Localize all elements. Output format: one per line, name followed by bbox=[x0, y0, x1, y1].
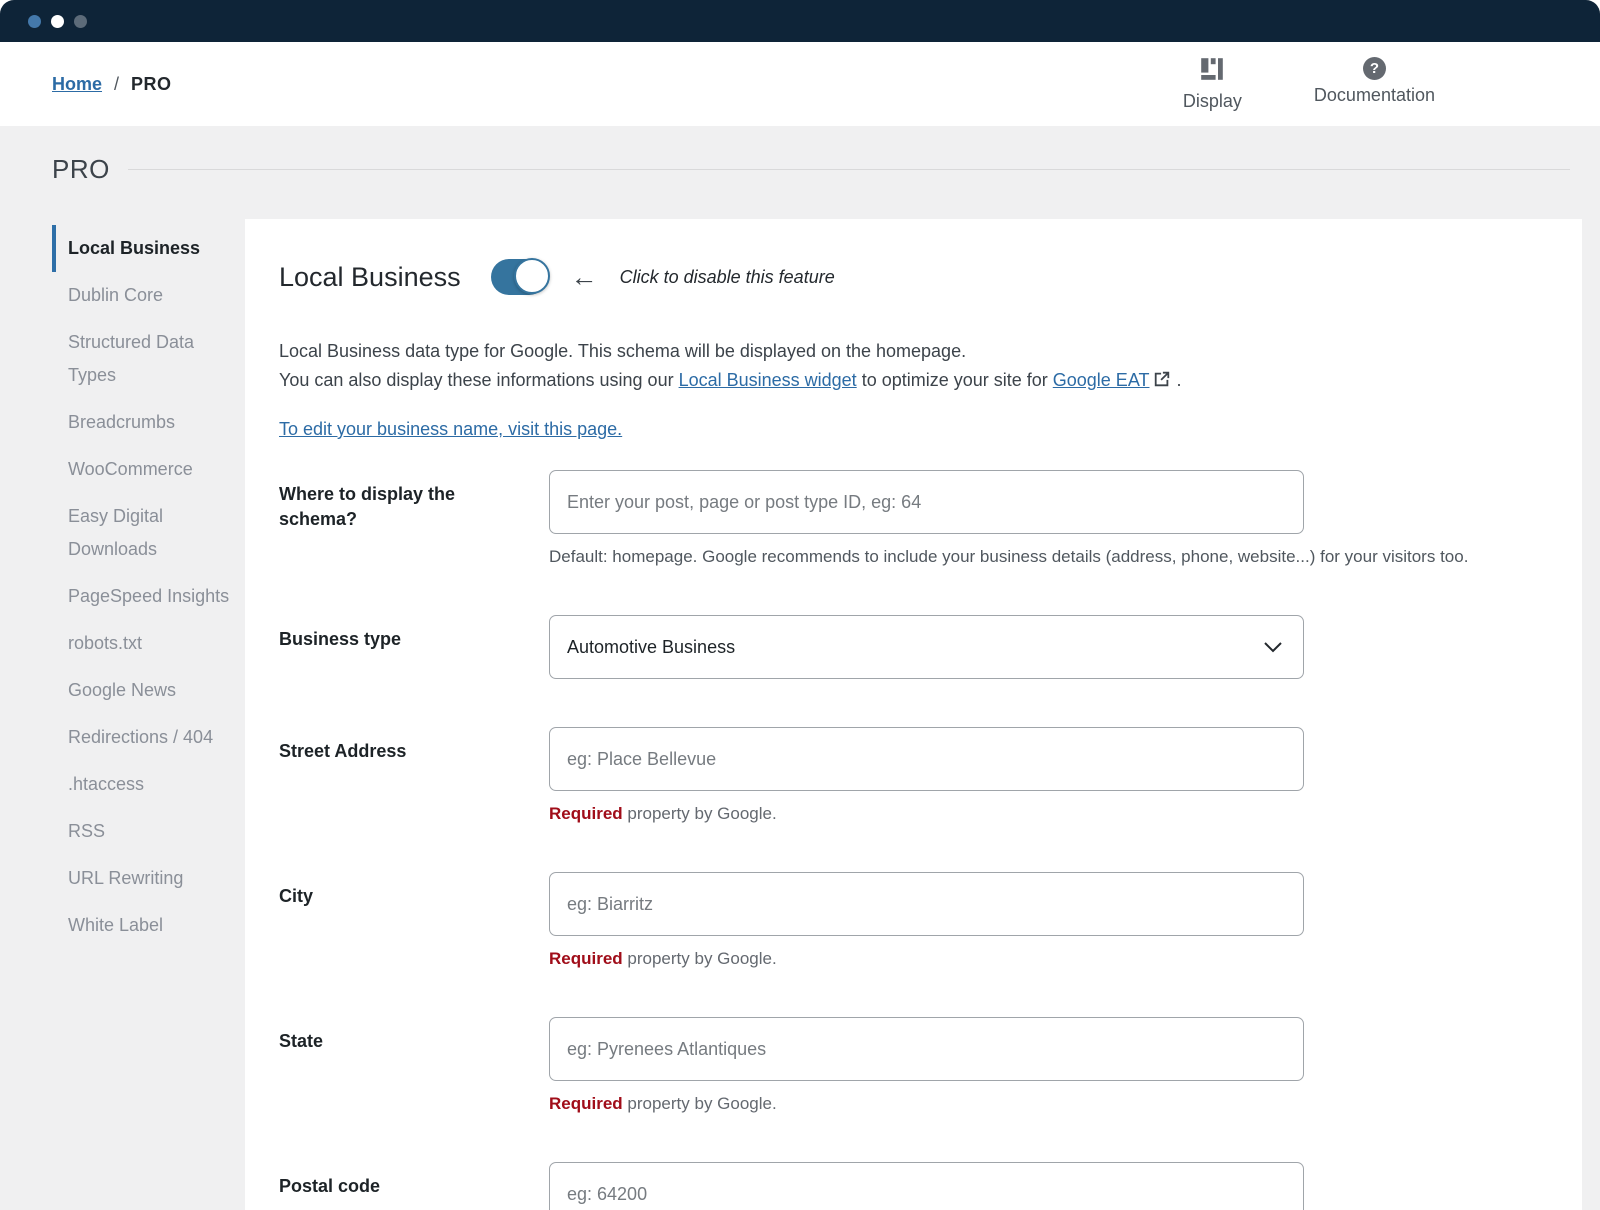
required-word: Required bbox=[549, 1094, 623, 1113]
sidebar-item-pagespeed-insights[interactable]: PageSpeed Insights bbox=[52, 573, 245, 620]
settings-sidebar: Local BusinessDublin CoreStructured Data… bbox=[52, 219, 245, 949]
edit-business-name-row: To edit your business name, visit this p… bbox=[279, 419, 1542, 440]
local-business-panel: Local Business ← Click to disable this f… bbox=[245, 219, 1582, 1210]
form-row: Business type Automotive Business bbox=[279, 615, 1542, 679]
sidebar-item-easy-digital-downloads[interactable]: Easy Digital Downloads bbox=[52, 493, 245, 573]
sidebar-item-local-business[interactable]: Local Business bbox=[52, 225, 245, 272]
street-address-label: Street Address bbox=[279, 727, 549, 824]
page-body: PRO Local BusinessDublin CoreStructured … bbox=[0, 126, 1600, 1210]
form-row: State Required property by Google. bbox=[279, 1017, 1542, 1114]
form-row: Where to display the schema? Default: ho… bbox=[279, 470, 1542, 567]
documentation-label: Documentation bbox=[1314, 85, 1435, 106]
page-title-row: PRO bbox=[52, 154, 1600, 185]
layout-icon bbox=[1200, 57, 1224, 86]
page-title: PRO bbox=[52, 154, 110, 185]
sidebar-item-htaccess[interactable]: .htaccess bbox=[52, 761, 245, 808]
postal-code-label: Postal code bbox=[279, 1162, 549, 1210]
sidebar-item-robots-txt[interactable]: robots.txt bbox=[52, 620, 245, 667]
postal-code-input[interactable] bbox=[549, 1162, 1304, 1210]
feature-description: Local Business data type for Google. Thi… bbox=[279, 337, 1542, 397]
sidebar-item-url-rewriting[interactable]: URL Rewriting bbox=[52, 855, 245, 902]
city-label: City bbox=[279, 872, 549, 969]
required-note: Required property by Google. bbox=[549, 1094, 1542, 1114]
external-link-icon bbox=[1153, 368, 1171, 397]
business-type-label: Business type bbox=[279, 615, 549, 679]
toggle-hint: Click to disable this feature bbox=[620, 267, 835, 288]
form-row: Street Address Required property by Goog… bbox=[279, 727, 1542, 824]
feature-title: Local Business bbox=[279, 262, 461, 293]
top-actions: Display ? Documentation bbox=[1183, 57, 1435, 112]
state-label: State bbox=[279, 1017, 549, 1114]
description-line1: Local Business data type for Google. Thi… bbox=[279, 341, 966, 361]
local-business-form: Where to display the schema? Default: ho… bbox=[279, 470, 1542, 1210]
where-to-display-the-schema-input[interactable] bbox=[549, 470, 1304, 534]
google-eat-link[interactable]: Google EAT bbox=[1053, 370, 1150, 390]
window-titlebar bbox=[0, 0, 1600, 42]
toggle-knob bbox=[514, 258, 550, 294]
description-line2-pre: You can also display these informations … bbox=[279, 370, 679, 390]
local-business-toggle[interactable] bbox=[491, 259, 547, 295]
required-word: Required bbox=[549, 949, 623, 968]
required-rest: property by Google. bbox=[623, 804, 777, 823]
required-rest: property by Google. bbox=[623, 1094, 777, 1113]
sidebar-item-woocommerce[interactable]: WooCommerce bbox=[52, 446, 245, 493]
left-arrow-icon: ← bbox=[571, 262, 598, 293]
required-word: Required bbox=[549, 804, 623, 823]
top-bar: Home / PRO Display ? Documentation bbox=[0, 42, 1600, 126]
sidebar-item-structured-data-types[interactable]: Structured Data Types bbox=[52, 319, 245, 399]
sidebar-item-breadcrumbs[interactable]: Breadcrumbs bbox=[52, 399, 245, 446]
breadcrumb-home-link[interactable]: Home bbox=[52, 74, 102, 95]
state-input[interactable] bbox=[549, 1017, 1304, 1081]
edit-business-name-link[interactable]: To edit your business name, visit this p… bbox=[279, 419, 622, 439]
window-dot-white[interactable] bbox=[51, 15, 64, 28]
sidebar-item-white-label[interactable]: White Label bbox=[52, 902, 245, 949]
business-type-select[interactable]: Automotive Business bbox=[549, 615, 1304, 679]
required-note: Required property by Google. bbox=[549, 804, 1542, 824]
breadcrumb: Home / PRO bbox=[52, 74, 172, 95]
field-help-text: Default: homepage. Google recommends to … bbox=[549, 547, 1542, 567]
sidebar-item-dublin-core[interactable]: Dublin Core bbox=[52, 272, 245, 319]
sidebar-item-google-news[interactable]: Google News bbox=[52, 667, 245, 714]
breadcrumb-current: PRO bbox=[131, 74, 172, 95]
window-dot-blue[interactable] bbox=[28, 15, 41, 28]
form-row: Postal code bbox=[279, 1162, 1542, 1210]
window-dot-gray[interactable] bbox=[74, 15, 87, 28]
local-business-widget-link[interactable]: Local Business widget bbox=[679, 370, 857, 390]
description-line2-post: . bbox=[1176, 370, 1181, 390]
where-to-display-the-schema-label: Where to display the schema? bbox=[279, 470, 549, 567]
display-button[interactable]: Display bbox=[1183, 57, 1242, 112]
required-note: Required property by Google. bbox=[549, 949, 1542, 969]
feature-header: Local Business ← Click to disable this f… bbox=[279, 259, 1542, 295]
breadcrumb-separator: / bbox=[114, 74, 119, 95]
form-row: City Required property by Google. bbox=[279, 872, 1542, 969]
sidebar-item-rss[interactable]: RSS bbox=[52, 808, 245, 855]
help-icon: ? bbox=[1363, 57, 1386, 80]
city-input[interactable] bbox=[549, 872, 1304, 936]
display-label: Display bbox=[1183, 91, 1242, 112]
documentation-button[interactable]: ? Documentation bbox=[1314, 57, 1435, 112]
sidebar-item-redirections-404[interactable]: Redirections / 404 bbox=[52, 714, 245, 761]
select-value: Automotive Business bbox=[567, 637, 735, 658]
chevron-down-icon bbox=[1264, 637, 1282, 658]
description-line2-mid: to optimize your site for bbox=[857, 370, 1053, 390]
title-divider bbox=[128, 169, 1570, 170]
required-rest: property by Google. bbox=[623, 949, 777, 968]
street-address-input[interactable] bbox=[549, 727, 1304, 791]
